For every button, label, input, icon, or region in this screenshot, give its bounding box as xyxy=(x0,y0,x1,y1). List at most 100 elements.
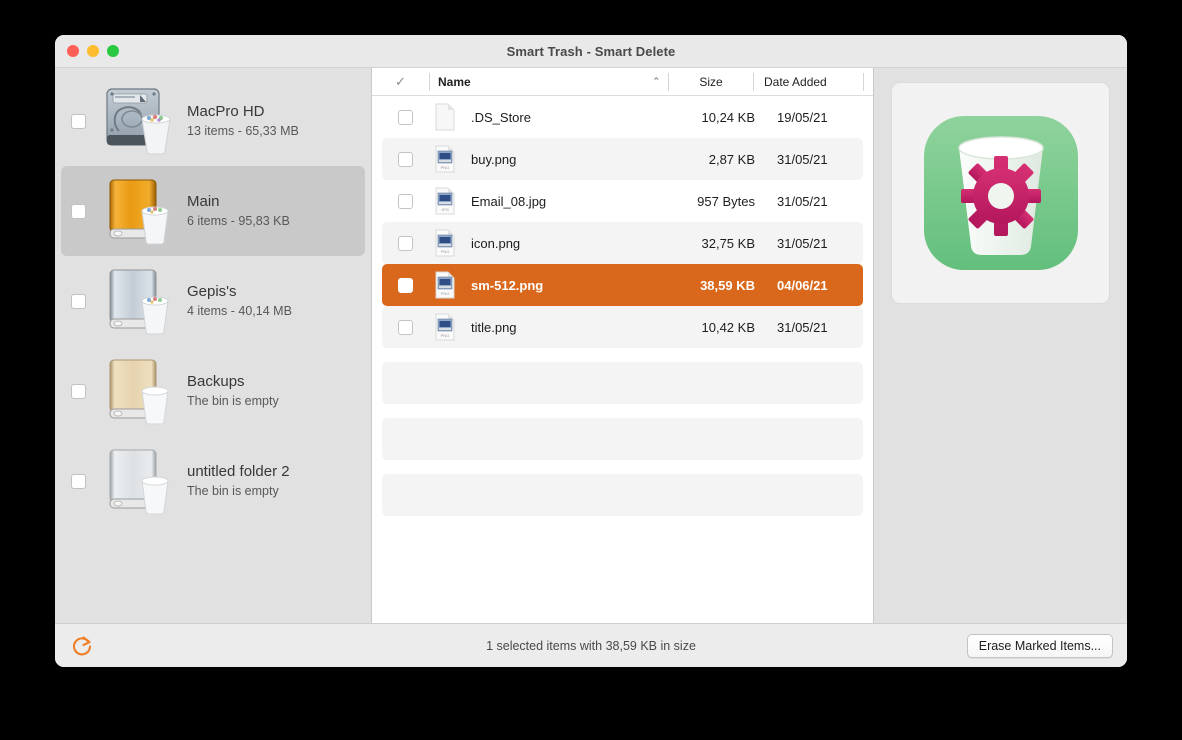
sidebar-item-macpro-hd[interactable]: MacPro HD 13 items - 65,33 MB xyxy=(61,76,365,166)
drive-name: Main xyxy=(187,192,290,211)
drive-name: MacPro HD xyxy=(187,102,299,121)
app-window: Smart Trash - Smart Delete xyxy=(55,35,1127,667)
row-gap xyxy=(372,460,873,474)
file-size: 2,87 KB xyxy=(663,152,759,167)
title-bar: Smart Trash - Smart Delete xyxy=(55,35,1127,68)
drive-name: Backups xyxy=(187,372,279,391)
file-list-panel: ✓ Name ⌃ Size Date Added xyxy=(371,68,874,623)
empty-row-placeholder xyxy=(382,362,863,404)
file-date: 31/05/21 xyxy=(759,152,863,167)
app-icon-card xyxy=(891,82,1110,304)
sidebar-item-main[interactable]: Main 6 items - 95,83 KB xyxy=(61,166,365,256)
file-name: sm-512.png xyxy=(461,278,663,293)
row-checkbox-cell[interactable] xyxy=(382,320,429,335)
row-checkbox-cell[interactable] xyxy=(382,152,429,167)
erase-marked-items-button[interactable]: Erase Marked Items... xyxy=(967,634,1113,658)
row-checkbox-cell[interactable] xyxy=(382,110,429,125)
file-name: icon.png xyxy=(461,236,663,251)
sort-ascending-icon: ⌃ xyxy=(652,76,660,87)
empty-row-placeholder xyxy=(382,474,863,516)
row-checkbox[interactable] xyxy=(398,194,413,209)
drive-checkbox[interactable] xyxy=(71,384,86,399)
window-controls xyxy=(55,45,119,57)
file-name: Email_08.jpg xyxy=(461,194,663,209)
drive-subtitle: 4 items - 40,14 MB xyxy=(187,303,292,320)
row-checkbox[interactable] xyxy=(398,110,413,125)
column-header-date-added[interactable]: Date Added xyxy=(753,73,863,91)
svg-text:PNG: PNG xyxy=(441,249,450,254)
file-date: 04/06/21 xyxy=(759,278,863,293)
column-header-size[interactable]: Size xyxy=(668,73,753,91)
column-header-check[interactable]: ✓ xyxy=(372,73,429,91)
table-row[interactable]: PNG icon.png 32,75 KB 31/05/21 xyxy=(382,222,863,264)
refresh-icon xyxy=(72,635,94,657)
refresh-button[interactable] xyxy=(69,632,97,660)
column-header-name-label: Name xyxy=(438,75,471,89)
row-gap xyxy=(372,404,873,418)
file-date: 31/05/21 xyxy=(759,320,863,335)
drive-checkbox[interactable] xyxy=(71,294,86,309)
png-preview-icon: PNG xyxy=(429,145,461,173)
main-content: MacPro HD 13 items - 65,33 MB xyxy=(55,68,1127,623)
column-header-spacer xyxy=(863,73,873,91)
png-preview-icon: PNG xyxy=(429,229,461,257)
drive-checkbox[interactable] xyxy=(71,114,86,129)
orange-external-drive-icon xyxy=(99,175,175,247)
row-checkbox-cell[interactable] xyxy=(382,278,429,293)
file-date: 31/05/21 xyxy=(759,194,863,209)
file-name: buy.png xyxy=(461,152,663,167)
row-checkbox[interactable] xyxy=(398,152,413,167)
svg-text:PNG: PNG xyxy=(441,165,450,170)
internal-hard-drive-icon xyxy=(99,85,175,157)
drive-text: untitled folder 2 The bin is empty xyxy=(187,462,290,500)
drive-checkbox[interactable] xyxy=(71,474,86,489)
table-row[interactable]: JPG Email_08.jpg 957 Bytes 31/05/21 xyxy=(382,180,863,222)
drive-subtitle: The bin is empty xyxy=(187,393,279,410)
table-row[interactable]: .DS_Store 10,24 KB 19/05/21 xyxy=(382,96,863,138)
gray-external-drive-icon xyxy=(99,445,175,517)
drive-text: Main 6 items - 95,83 KB xyxy=(187,192,290,230)
svg-text:PNG: PNG xyxy=(441,333,450,338)
jpg-preview-icon: JPG xyxy=(429,187,461,215)
empty-row-placeholder xyxy=(382,418,863,460)
table-row[interactable]: PNG buy.png 2,87 KB 31/05/21 xyxy=(382,138,863,180)
drives-sidebar[interactable]: MacPro HD 13 items - 65,33 MB xyxy=(55,68,371,623)
file-size: 32,75 KB xyxy=(663,236,759,251)
sidebar-item-untitled-folder-2[interactable]: untitled folder 2 The bin is empty xyxy=(61,436,365,526)
column-header-name[interactable]: Name ⌃ xyxy=(429,73,668,91)
svg-text:JPG: JPG xyxy=(441,207,449,212)
file-size: 38,59 KB xyxy=(663,278,759,293)
drive-checkbox[interactable] xyxy=(71,204,86,219)
checkmark-icon: ✓ xyxy=(395,74,406,90)
drive-subtitle: 6 items - 95,83 KB xyxy=(187,213,290,230)
drive-name: Gepis's xyxy=(187,282,292,301)
drive-name: untitled folder 2 xyxy=(187,462,290,481)
preview-panel xyxy=(874,68,1127,623)
svg-text:PNG: PNG xyxy=(441,291,450,296)
row-checkbox[interactable] xyxy=(398,320,413,335)
table-row-selected[interactable]: PNG sm-512.png 38,59 KB 04/06/21 xyxy=(382,264,863,306)
file-date: 19/05/21 xyxy=(759,110,863,125)
sidebar-item-gepiss[interactable]: Gepis's 4 items - 40,14 MB xyxy=(61,256,365,346)
row-checkbox[interactable] xyxy=(398,236,413,251)
status-bar: 1 selected items with 38,59 KB in size E… xyxy=(55,623,1127,667)
drive-text: MacPro HD 13 items - 65,33 MB xyxy=(187,102,299,140)
smart-trash-app-icon xyxy=(916,108,1086,278)
file-rows[interactable]: .DS_Store 10,24 KB 19/05/21 PNG buy.png … xyxy=(372,96,873,623)
column-header-size-label: Size xyxy=(699,75,722,89)
drive-text: Gepis's 4 items - 40,14 MB xyxy=(187,282,292,320)
minimize-window-button[interactable] xyxy=(87,45,99,57)
file-size: 10,24 KB xyxy=(663,110,759,125)
table-row[interactable]: PNG title.png 10,42 KB 31/05/21 xyxy=(382,306,863,348)
tan-external-drive-icon xyxy=(99,355,175,427)
file-name: .DS_Store xyxy=(461,110,663,125)
sidebar-item-backups[interactable]: Backups The bin is empty xyxy=(61,346,365,436)
table-header: ✓ Name ⌃ Size Date Added xyxy=(372,68,873,96)
row-checkbox-cell[interactable] xyxy=(382,194,429,209)
maximize-window-button[interactable] xyxy=(107,45,119,57)
row-checkbox-cell[interactable] xyxy=(382,236,429,251)
row-gap xyxy=(372,348,873,362)
drive-subtitle: 13 items - 65,33 MB xyxy=(187,123,299,140)
close-window-button[interactable] xyxy=(67,45,79,57)
row-checkbox[interactable] xyxy=(398,278,413,293)
